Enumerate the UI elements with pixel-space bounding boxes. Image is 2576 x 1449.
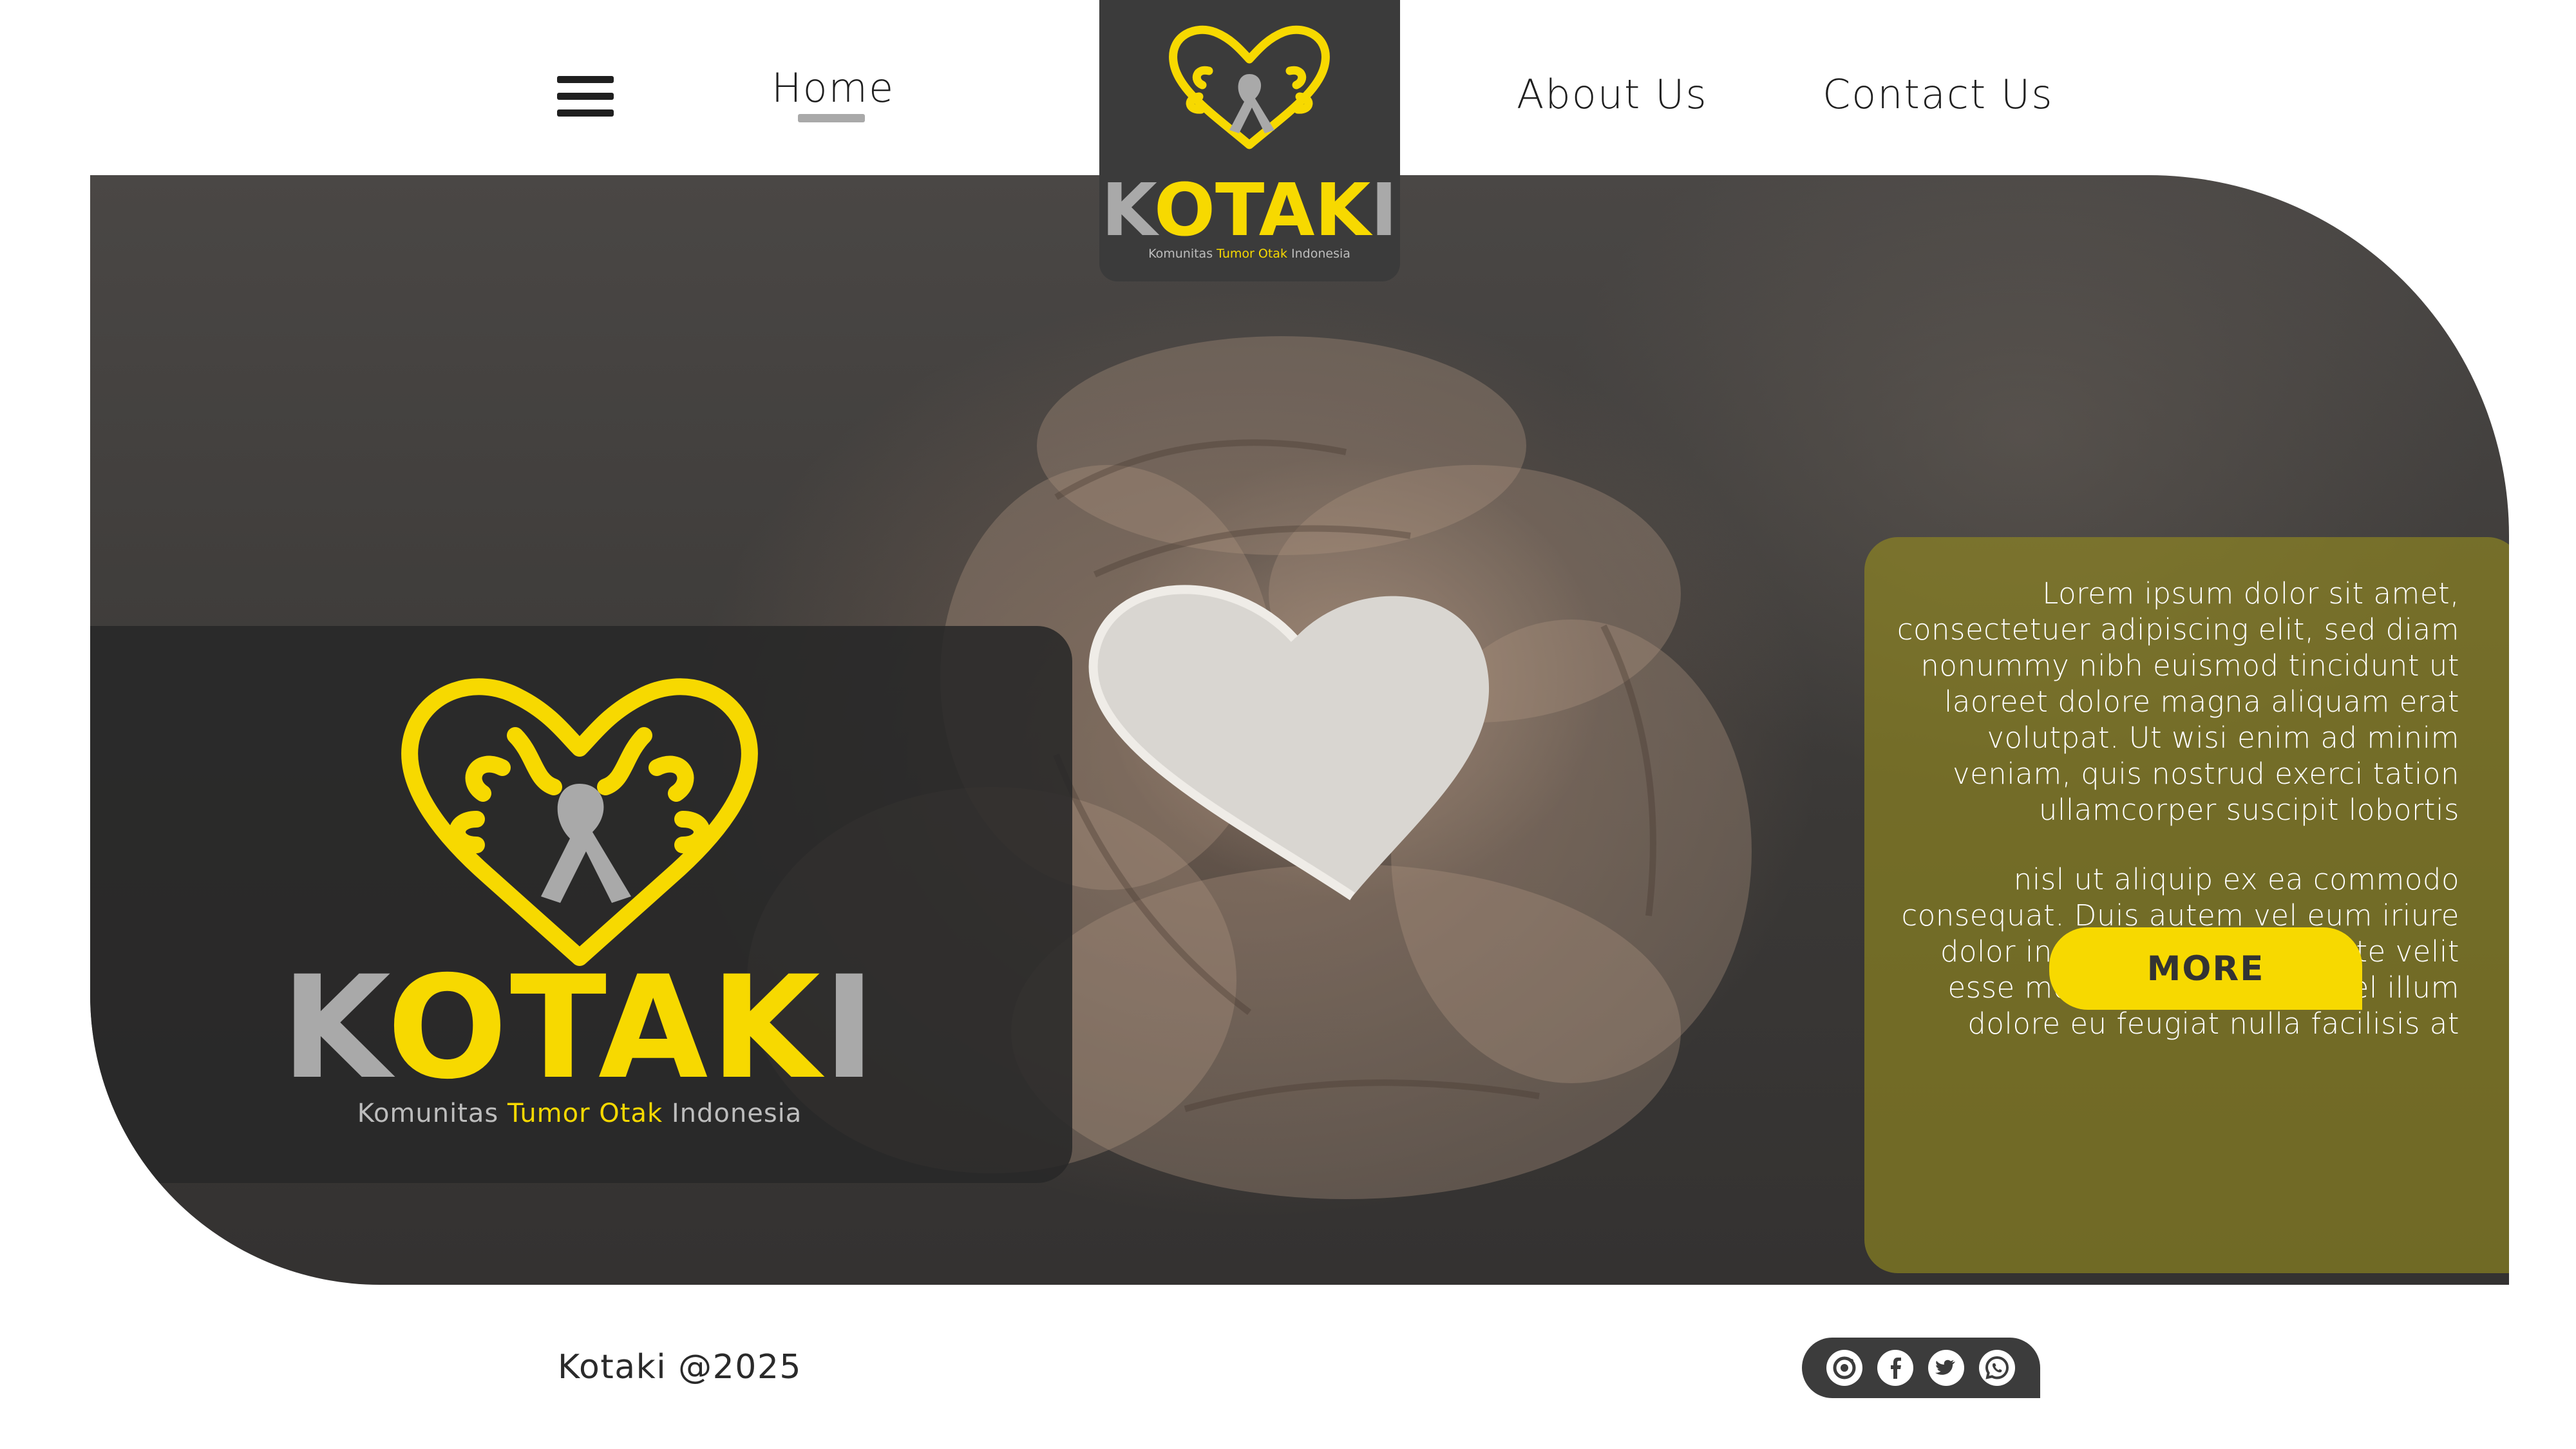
social-links-bar bbox=[1802, 1338, 2040, 1398]
svg-text:Komunitas Tumor Otak Indonesia: Komunitas Tumor Otak Indonesia bbox=[1148, 247, 1350, 261]
twitter-icon[interactable] bbox=[1928, 1350, 1964, 1386]
menu-icon[interactable] bbox=[557, 76, 614, 117]
whatsapp-icon[interactable] bbox=[1979, 1350, 2015, 1386]
svg-text:KOTAKI: KOTAKI bbox=[281, 945, 878, 1110]
svg-text:Komunitas Tumor Otak Indonesia: Komunitas Tumor Otak Indonesia bbox=[357, 1099, 802, 1128]
wordmark-otak: OTAK bbox=[387, 945, 825, 1110]
facebook-icon[interactable] bbox=[1877, 1350, 1913, 1386]
kotaki-logo-large: KOTAKI Komunitas Tumor Otak Indonesia bbox=[281, 678, 878, 1128]
wordmark-k: K bbox=[281, 945, 395, 1110]
brand-card: KOTAKI Komunitas Tumor Otak Indonesia bbox=[90, 626, 1072, 1183]
nav-active-indicator bbox=[798, 114, 865, 122]
hero-banner: KOTAKI Komunitas Tumor Otak Indonesia Lo… bbox=[90, 175, 2509, 1285]
nav-about-link[interactable]: About Us bbox=[1517, 71, 1708, 118]
copyright-text: Kotaki @2025 bbox=[558, 1348, 802, 1387]
instagram-icon[interactable] bbox=[1826, 1350, 1862, 1386]
header-logo[interactable]: KOTAKI Komunitas Tumor Otak Indonesia bbox=[1099, 0, 1400, 281]
nav-home-link[interactable]: Home bbox=[772, 64, 895, 111]
wordmark-i: I bbox=[823, 945, 878, 1110]
more-button[interactable]: MORE bbox=[2049, 927, 2362, 1010]
kotaki-logo-small: KOTAKI Komunitas Tumor Otak Indonesia bbox=[1101, 25, 1397, 261]
nav-contact-link[interactable]: Contact Us bbox=[1823, 71, 2054, 118]
svg-text:KOTAKI: KOTAKI bbox=[1101, 169, 1397, 252]
intro-text-card: Lorem ipsum dolor sit amet, consectetuer… bbox=[1864, 537, 2509, 1273]
intro-paragraph-1: Lorem ipsum dolor sit amet, consectetuer… bbox=[1897, 576, 2459, 827]
